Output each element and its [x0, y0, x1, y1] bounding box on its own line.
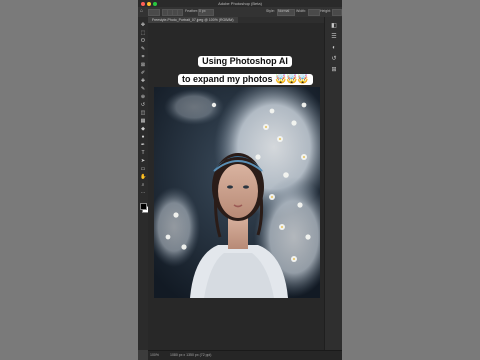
video-caption: Using Photoshop AI to expand my photos 🤯… [178, 51, 313, 87]
eyedropper-icon[interactable]: ✐ [140, 71, 146, 76]
layers-icon[interactable]: ◧ [330, 23, 338, 29]
history-brush-icon[interactable]: ↺ [140, 103, 146, 108]
healing-brush-icon[interactable]: ✚ [140, 79, 146, 84]
document-canvas[interactable] [154, 87, 320, 298]
zoom-level[interactable]: 100% [150, 353, 159, 358]
canvas-area[interactable]: Using Photoshop AI to expand my photos 🤯… [148, 23, 324, 350]
frame-icon[interactable]: ⊠ [140, 63, 146, 68]
libraries-icon[interactable]: ⊞ [330, 67, 338, 73]
portrait-photo [154, 87, 320, 298]
right-panel-strip: ◧ ☰ ◐ ↺ ⊞ [324, 17, 342, 350]
rectangle-icon[interactable]: ▭ [140, 167, 146, 172]
title-bar: Adobe Photoshop (Beta) [138, 0, 342, 7]
brush-icon[interactable]: ✎ [140, 87, 146, 92]
caption-line-2: to expand my photos 🤯🤯🤯 [178, 74, 313, 85]
path-select-icon[interactable]: ➤ [140, 159, 146, 164]
blur-icon[interactable]: ◆ [140, 127, 146, 132]
caption-line-1: Using Photoshop AI [198, 56, 292, 67]
feather-value: 0 px [199, 9, 206, 13]
zoom-icon[interactable]: ⌕ [140, 183, 146, 188]
selection-mode-intersect[interactable] [177, 9, 183, 16]
document-info: 1080 px x 1350 px (72 ppi) [170, 353, 212, 357]
more-icon[interactable]: ⋯ [140, 191, 146, 196]
pen-icon[interactable]: ✒ [140, 143, 146, 148]
clone-stamp-icon[interactable]: ⊕ [140, 95, 146, 100]
dodge-icon[interactable]: ● [140, 135, 146, 140]
hand-icon[interactable]: ✋ [140, 175, 146, 180]
width-input[interactable] [308, 9, 320, 16]
width-label: Width: [296, 9, 306, 13]
move-icon[interactable]: ✥ [140, 23, 146, 28]
quick-select-icon[interactable]: ✎ [140, 47, 146, 52]
style-value: Normal [278, 9, 290, 13]
tool-preset-picker[interactable] [148, 9, 160, 16]
gradient-icon[interactable]: ▦ [140, 119, 146, 124]
style-label: Style: [266, 9, 275, 13]
history-icon[interactable]: ↺ [330, 56, 338, 62]
marquee-icon[interactable]: ⬚ [140, 31, 146, 36]
foreground-color-swatch[interactable] [140, 203, 147, 210]
feather-label: Feather: [185, 9, 199, 13]
home-icon[interactable]: ⌂ [140, 9, 143, 14]
crop-icon[interactable]: ⌗ [140, 55, 146, 60]
height-input[interactable] [332, 9, 342, 16]
height-label: Height: [320, 9, 332, 13]
photoshop-window: Adobe Photoshop (Beta) ⌂ Feather: 0 px S… [138, 0, 342, 360]
eraser-icon[interactable]: ◫ [140, 111, 146, 116]
status-bar: 100% 1080 px x 1350 px (72 ppi) [148, 350, 342, 360]
properties-icon[interactable]: ☰ [330, 34, 338, 40]
lasso-icon[interactable]: ʘ [140, 39, 146, 44]
adjustments-icon[interactable]: ◐ [330, 45, 338, 51]
type-icon[interactable]: T [140, 151, 146, 156]
window-title: Adobe Photoshop (Beta) [218, 1, 262, 6]
